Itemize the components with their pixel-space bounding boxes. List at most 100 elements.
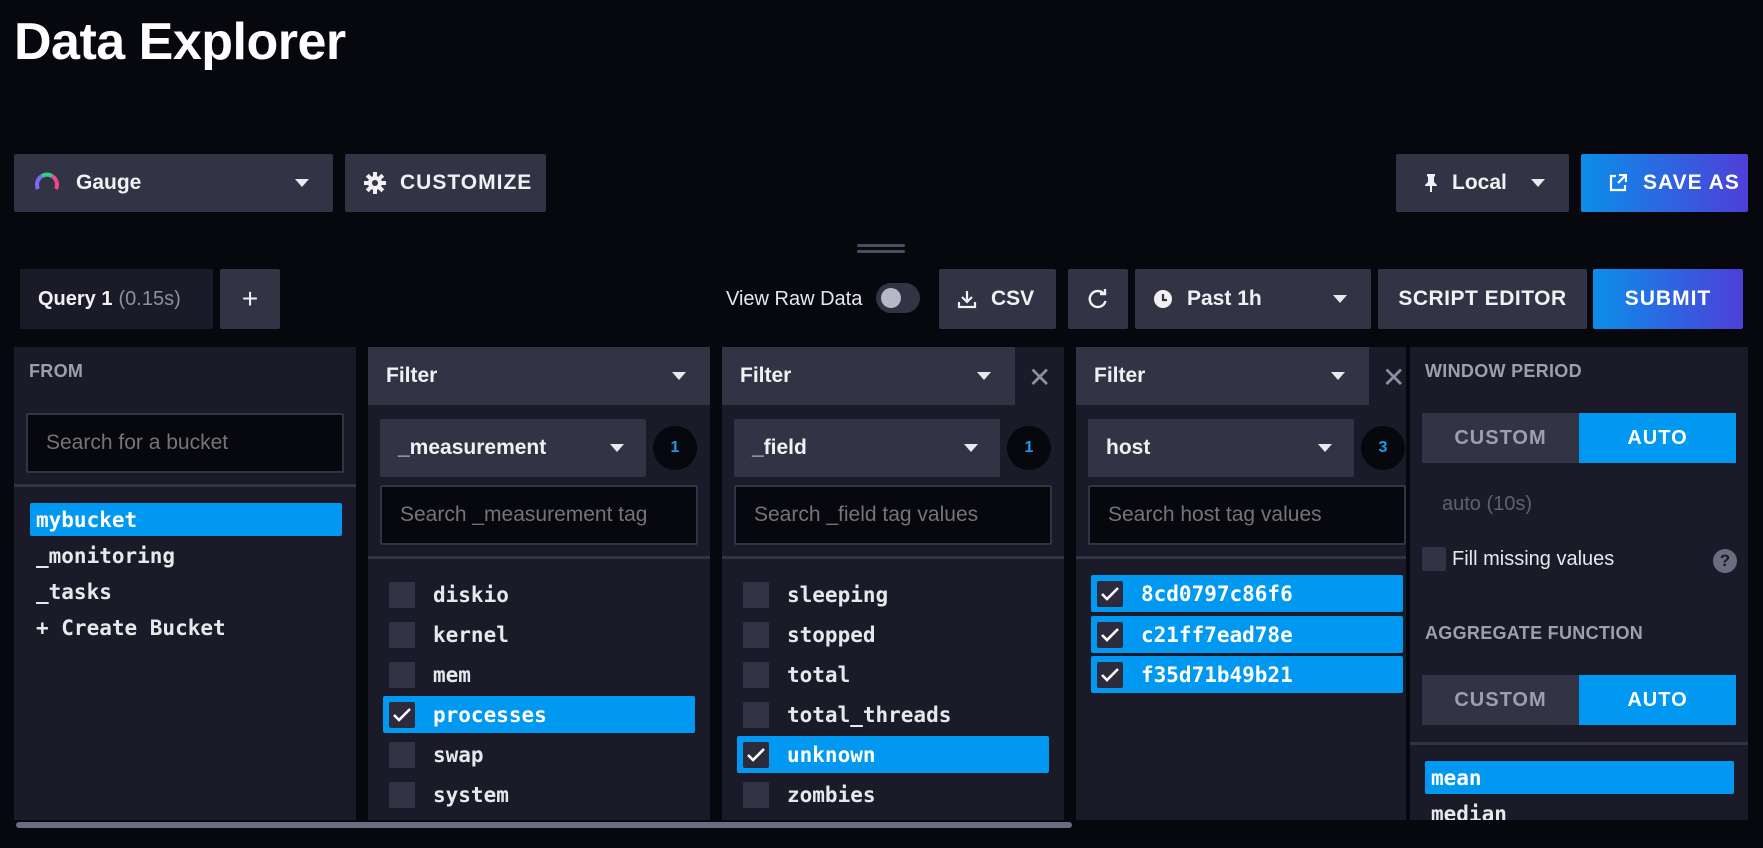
check-icon — [393, 707, 411, 722]
close-icon[interactable]: ✕ — [1382, 361, 1405, 394]
fill-missing-label: Fill missing values — [1452, 548, 1615, 570]
checkbox[interactable] — [389, 741, 415, 768]
bucket-item[interactable]: mybucket — [30, 503, 342, 536]
checkbox[interactable] — [389, 621, 415, 648]
customize-label: CUSTOMIZE — [400, 171, 533, 194]
aggregate-toggle[interactable]: CUSTOM AUTO — [1422, 675, 1736, 725]
from-panel: FROM mybucket _monitoring _tasks + Creat… — [14, 347, 356, 827]
list-item[interactable]: stopped — [737, 616, 1049, 653]
filter-heading[interactable]: Filter — [1076, 347, 1369, 405]
csv-button[interactable]: CSV — [939, 269, 1056, 329]
download-icon — [957, 289, 977, 309]
list-item[interactable]: zombies — [737, 776, 1049, 813]
check-icon — [1101, 667, 1119, 682]
add-query-button[interactable]: + — [220, 269, 280, 329]
list-item[interactable]: kernel — [383, 616, 695, 653]
bucket-item[interactable]: _tasks — [30, 575, 342, 608]
list-item-label: sleeping — [787, 582, 889, 607]
list-item[interactable]: f35d71b49b21 — [1091, 656, 1403, 693]
list-item[interactable]: mem — [383, 656, 695, 693]
filter-heading[interactable]: Filter — [368, 347, 710, 405]
view-raw-data-label: View Raw Data — [726, 288, 863, 310]
checkbox[interactable] — [389, 581, 415, 608]
list-item-label: f35d71b49b21 — [1141, 662, 1293, 687]
tag-key-dropdown[interactable]: _field — [734, 419, 1000, 477]
list-item[interactable]: swap — [383, 736, 695, 773]
chevron-down-icon — [672, 372, 686, 380]
close-icon[interactable]: ✕ — [1028, 361, 1051, 394]
horizontal-scrollbar[interactable] — [16, 822, 1072, 828]
checkbox[interactable] — [389, 661, 415, 688]
list-item[interactable]: system — [383, 776, 695, 813]
viz-type-dropdown[interactable]: Gauge — [14, 154, 333, 212]
list-item-label: total_threads — [787, 702, 952, 727]
gear-icon — [364, 172, 386, 194]
checkbox[interactable] — [389, 781, 415, 808]
list-item[interactable]: processes — [383, 696, 695, 733]
list-item[interactable]: unknown — [737, 736, 1049, 773]
selected-count-badge: 3 — [1361, 426, 1405, 470]
checkbox-checked[interactable] — [1097, 621, 1123, 648]
create-bucket-link[interactable]: + Create Bucket — [30, 611, 342, 644]
filter-heading[interactable]: Filter — [722, 347, 1015, 405]
list-item-label: c21ff7ead78e — [1141, 622, 1293, 647]
tag-search-input[interactable] — [380, 485, 698, 545]
filter-panel-host: Filter ✕ host 3 8cd0797c86f6 c21ff7ead78… — [1076, 347, 1406, 827]
window-auto-option[interactable]: AUTO — [1579, 413, 1736, 463]
list-item-label: swap — [433, 742, 484, 767]
list-item[interactable]: diskio — [383, 576, 695, 613]
list-item[interactable]: c21ff7ead78e — [1091, 616, 1403, 653]
chevron-down-icon — [964, 444, 978, 452]
list-item[interactable]: sleeping — [737, 576, 1049, 613]
bucket-item[interactable]: _monitoring — [30, 539, 342, 572]
chevron-down-icon — [1531, 179, 1545, 187]
fill-missing-checkbox[interactable] — [1422, 547, 1446, 571]
query-tab-label: Query 1 — [38, 287, 113, 310]
list-item[interactable]: total_threads — [737, 696, 1049, 733]
checkbox-checked[interactable] — [389, 701, 415, 728]
list-item[interactable]: 8cd0797c86f6 — [1091, 575, 1403, 612]
function-item[interactable]: mean — [1425, 761, 1734, 794]
help-icon[interactable]: ? — [1713, 549, 1737, 573]
checkbox[interactable] — [743, 581, 769, 608]
selected-count-badge: 1 — [653, 426, 697, 470]
tag-search-input[interactable] — [1088, 485, 1406, 545]
filter-panel-measurement: Filter _measurement 1 diskio kernel mem … — [368, 347, 710, 827]
window-period-toggle[interactable]: CUSTOM AUTO — [1422, 413, 1736, 463]
submit-button[interactable]: SUBMIT — [1593, 269, 1743, 329]
resize-handle[interactable] — [857, 244, 905, 254]
window-custom-option[interactable]: CUSTOM — [1422, 413, 1579, 463]
script-editor-button[interactable]: SCRIPT EDITOR — [1378, 269, 1587, 329]
chevron-down-icon — [1318, 444, 1332, 452]
checkbox-checked[interactable] — [1097, 661, 1123, 688]
checkbox-checked[interactable] — [1097, 580, 1123, 607]
tag-search-input[interactable] — [734, 485, 1052, 545]
check-icon — [747, 747, 765, 762]
tag-key-dropdown[interactable]: _measurement — [380, 419, 646, 477]
time-range-dropdown[interactable]: Past 1h — [1135, 269, 1371, 329]
bucket-search-input[interactable] — [26, 413, 344, 473]
checkbox[interactable] — [743, 661, 769, 688]
save-as-button[interactable]: SAVE AS — [1581, 154, 1748, 212]
view-raw-data-toggle[interactable] — [876, 283, 920, 313]
tab-query-1[interactable]: Query 1 (0.15s) — [20, 269, 213, 329]
customize-button[interactable]: CUSTOMIZE — [345, 154, 546, 212]
external-link-icon — [1609, 174, 1627, 192]
list-item[interactable]: total — [737, 656, 1049, 693]
list-item-label: total — [787, 662, 851, 687]
timezone-dropdown[interactable]: Local — [1396, 154, 1569, 212]
checkbox[interactable] — [743, 781, 769, 808]
tag-key-dropdown[interactable]: host — [1088, 419, 1354, 477]
aggregate-custom-option[interactable]: CUSTOM — [1422, 675, 1579, 725]
aggregate-panel: WINDOW PERIOD CUSTOM AUTO auto (10s) Fil… — [1410, 347, 1748, 827]
pin-icon — [1424, 173, 1438, 193]
aggregate-auto-option[interactable]: AUTO — [1579, 675, 1736, 725]
list-item-label: kernel — [433, 622, 509, 647]
refresh-icon — [1087, 288, 1109, 310]
checkbox-checked[interactable] — [743, 741, 769, 768]
clock-icon — [1153, 289, 1173, 309]
checkbox[interactable] — [743, 701, 769, 728]
checkbox[interactable] — [743, 621, 769, 648]
selected-count-badge: 1 — [1007, 426, 1051, 470]
refresh-button[interactable] — [1068, 269, 1128, 329]
